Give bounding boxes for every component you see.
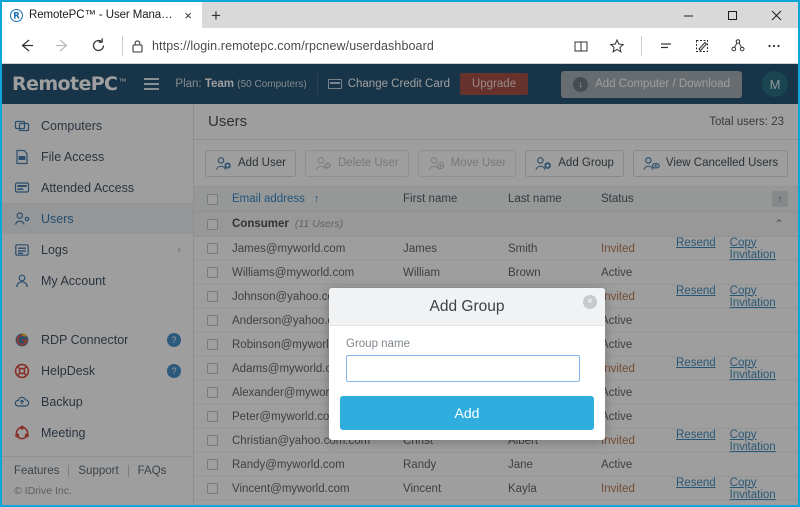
back-icon[interactable] bbox=[8, 30, 44, 62]
modal-header: Add Group × bbox=[329, 288, 605, 326]
maximize-icon[interactable] bbox=[710, 2, 754, 28]
close-tab-icon[interactable]: × bbox=[182, 8, 194, 23]
group-name-input[interactable] bbox=[346, 355, 580, 382]
forward-icon[interactable] bbox=[44, 30, 80, 62]
reload-icon[interactable] bbox=[80, 30, 116, 62]
favorite-star-icon[interactable] bbox=[599, 30, 635, 62]
reading-view-icon[interactable] bbox=[563, 30, 599, 62]
new-tab-button[interactable]: + bbox=[202, 2, 230, 28]
more-options-icon[interactable] bbox=[756, 30, 792, 62]
window-controls bbox=[666, 2, 798, 28]
add-button[interactable]: Add bbox=[340, 396, 594, 430]
group-name-label: Group name bbox=[346, 338, 588, 350]
navbar-divider bbox=[122, 36, 123, 56]
window-root: R RemotePC™ - User Management × + bbox=[0, 0, 800, 507]
modal-footer: Add bbox=[329, 396, 605, 440]
navbar-divider-2 bbox=[641, 36, 642, 56]
modal-title: Add Group bbox=[430, 298, 505, 316]
browser-window: R RemotePC™ - User Management × + bbox=[2, 2, 798, 505]
remotepc-favicon-icon: R bbox=[10, 9, 23, 22]
address-bar-url: https://login.remotepc.com/rpcnew/userda… bbox=[152, 39, 434, 53]
browser-tab-title: RemotePC™ - User Management bbox=[29, 9, 176, 21]
web-note-icon[interactable] bbox=[684, 30, 720, 62]
lock-icon bbox=[131, 39, 144, 53]
browser-tab-active[interactable]: R RemotePC™ - User Management × bbox=[2, 2, 202, 28]
share-icon[interactable] bbox=[720, 30, 756, 62]
minimize-icon[interactable] bbox=[666, 2, 710, 28]
add-group-modal: Add Group × Group name Add bbox=[329, 288, 605, 440]
hub-icon[interactable] bbox=[648, 30, 684, 62]
svg-text:R: R bbox=[13, 11, 20, 21]
close-window-icon[interactable] bbox=[754, 2, 798, 28]
close-icon[interactable]: × bbox=[583, 295, 597, 309]
modal-body: Group name bbox=[329, 326, 605, 396]
web-page-viewport: RemotePC ™ Plan: Team (50 Computers) Cha… bbox=[2, 64, 798, 505]
navbar-actions bbox=[563, 30, 792, 62]
browser-navbar: https://login.remotepc.com/rpcnew/userda… bbox=[2, 28, 798, 64]
browser-tabstrip: R RemotePC™ - User Management × + bbox=[2, 2, 798, 28]
address-bar[interactable]: https://login.remotepc.com/rpcnew/userda… bbox=[129, 30, 563, 62]
